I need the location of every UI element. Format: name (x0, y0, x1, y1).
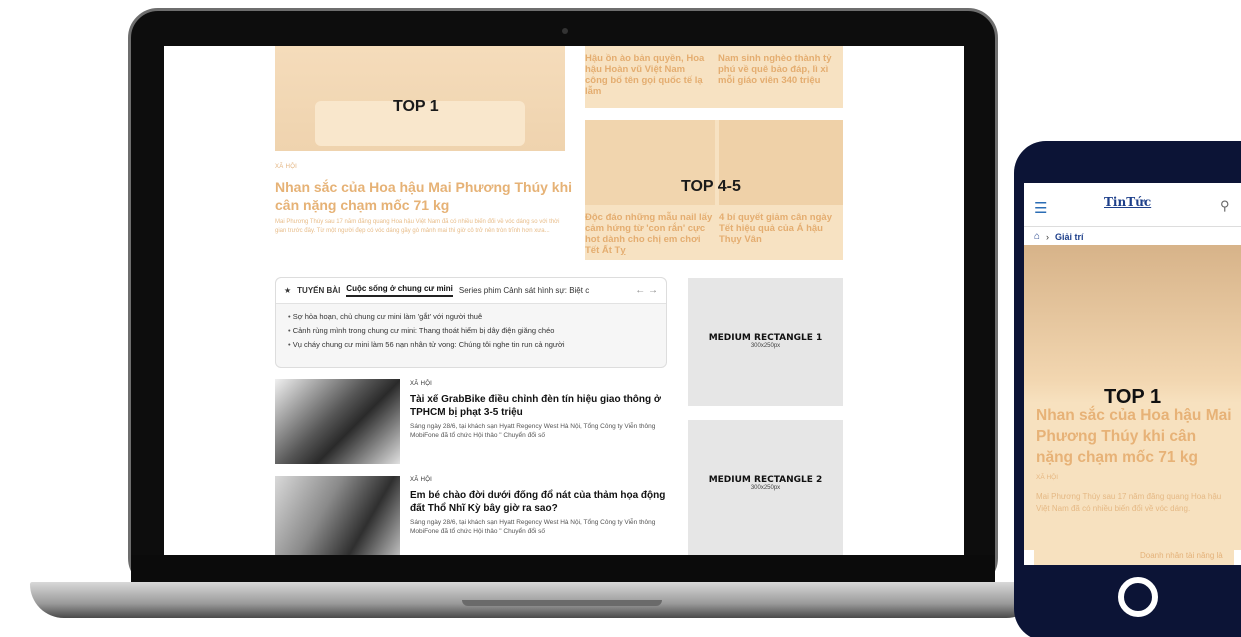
story-student-billionaire[interactable]: Nam sinh nghèo thành tỷ phú về quê bảo đ… (718, 53, 843, 86)
home-button-icon[interactable] (1118, 577, 1158, 617)
ad-title: MEDIUM RECTANGLE 2 (708, 475, 823, 485)
news-title[interactable]: Em bé chào đời dưới đống đổ nát của thảm… (410, 489, 680, 515)
list-item[interactable]: Vụ cháy chung cư mini làm 56 nạn nhân tử… (288, 338, 654, 352)
story-miss-universe[interactable]: Hậu ồn ào bản quyền, Hoa hậu Hoàn vũ Việ… (585, 53, 710, 97)
breadcrumb: ⌂ › Giải trí (1034, 231, 1084, 242)
top1-headline[interactable]: Nhan sắc của Hoa hậu Mai Phương Thúy khi… (275, 178, 575, 214)
right-top-stories: Hậu ồn ào bản quyền, Hoa hậu Hoàn vũ Việ… (585, 46, 843, 108)
hero-image (1024, 245, 1241, 403)
story-weight-loss[interactable]: 4 bí quyết giảm cân ngày Tết hiệu quả củ… (719, 212, 843, 245)
ad-title: MEDIUM RECTANGLE 1 (708, 333, 823, 343)
search-icon[interactable]: ⚲ (1220, 198, 1230, 214)
series-tabs: ★ TUYẾN BÀI Cuộc sống ở chung cư mini Se… (276, 278, 666, 304)
top1-description: Mai Phương Thúy sau 17 năm đăng quang Ho… (275, 219, 560, 234)
phone-description: Mai Phương Thúy sau 17 năm đăng quang Ho… (1036, 492, 1222, 513)
story-nail[interactable]: Độc đáo những mẫu nail lấy cảm hứng từ '… (585, 212, 715, 256)
top1-category: XÃ HỘI (275, 164, 298, 170)
news-image-building[interactable] (275, 379, 400, 464)
news-description: Sáng ngày 28/6, tại khách sạn Hyatt Rege… (410, 519, 656, 535)
site-logo[interactable]: TinTức (1104, 195, 1151, 209)
list-item[interactable]: Cảnh rùng mình trong chung cư mini: Than… (288, 324, 654, 338)
home-icon[interactable]: ⌂ (1034, 231, 1040, 242)
phone-next-story[interactable]: Doanh nhân tài năng là (1034, 548, 1234, 565)
news-image-baby[interactable] (275, 476, 400, 555)
ad-size: 300x250px (750, 343, 781, 349)
device-mockup-scene: TOP 1 XÃ HỘI Nhan sắc của Hoa hậu Mai Ph… (0, 0, 1241, 637)
top45-label: TOP 4-5 (681, 178, 741, 195)
chevron-right-icon: › (1046, 231, 1050, 242)
tab-mini-apartment[interactable]: Cuộc sống ở chung cư mini (346, 284, 453, 297)
phone-header: ☰ TinTức ⚲ (1024, 183, 1241, 227)
ad-size: 300x250px (750, 485, 781, 491)
ad-medium-rectangle-1[interactable]: MEDIUM RECTANGLE 1 300x250px (688, 278, 843, 406)
laptop-notch (462, 600, 662, 606)
news-title[interactable]: Tài xế GrabBike điều chỉnh đèn tín hiệu … (410, 393, 680, 419)
news-category: XÃ HỘI (410, 381, 433, 387)
next-story-title: Doanh nhân tài năng là (1140, 551, 1223, 560)
series-label: TUYẾN BÀI (297, 286, 341, 295)
top1-label: TOP 1 (393, 98, 439, 115)
phone-headline[interactable]: Nhan sắc của Hoa hậu Mai Phương Thúy khi… (1036, 405, 1236, 468)
star-icon: ★ (284, 286, 292, 295)
phone-hero[interactable]: TOP 1 Nhan sắc của Hoa hậu Mai Phương Th… (1024, 245, 1241, 550)
phone-screen: ☰ TinTức ⚲ ⌂ › Giải trí TOP 1 Nhan sắc c… (1024, 183, 1241, 565)
webcam-icon (562, 28, 568, 34)
list-item[interactable]: Sợ hỏa hoạn, chủ chung cư mini làm 'gắt'… (288, 310, 654, 324)
news-description: Sáng ngày 28/6, tại khách sạn Hyatt Rege… (410, 423, 656, 439)
series-box: ★ TUYẾN BÀI Cuộc sống ở chung cư mini Se… (275, 277, 667, 368)
scroll-arrows-icon[interactable]: ← → (635, 285, 658, 296)
ad-medium-rectangle-2[interactable]: MEDIUM RECTANGLE 2 300x250px (688, 420, 843, 555)
breadcrumb-category[interactable]: Giải trí (1055, 232, 1084, 242)
top1-image[interactable]: TOP 1 (275, 46, 565, 151)
phone-category: XÃ HỘI (1036, 474, 1059, 481)
menu-icon[interactable]: ☰ (1034, 199, 1047, 217)
series-list: Sợ hỏa hoạn, chủ chung cư mini làm 'gắt'… (276, 304, 666, 352)
top45-block: TOP 4-5 Độc đáo những mẫu nail lấy cảm h… (585, 120, 843, 260)
tab-police-series[interactable]: Series phim Cảnh sát hình sự: Biệt c (459, 286, 589, 295)
news-category: XÃ HỘI (410, 477, 433, 483)
laptop-screen: TOP 1 XÃ HỘI Nhan sắc của Hoa hậu Mai Ph… (164, 46, 964, 555)
